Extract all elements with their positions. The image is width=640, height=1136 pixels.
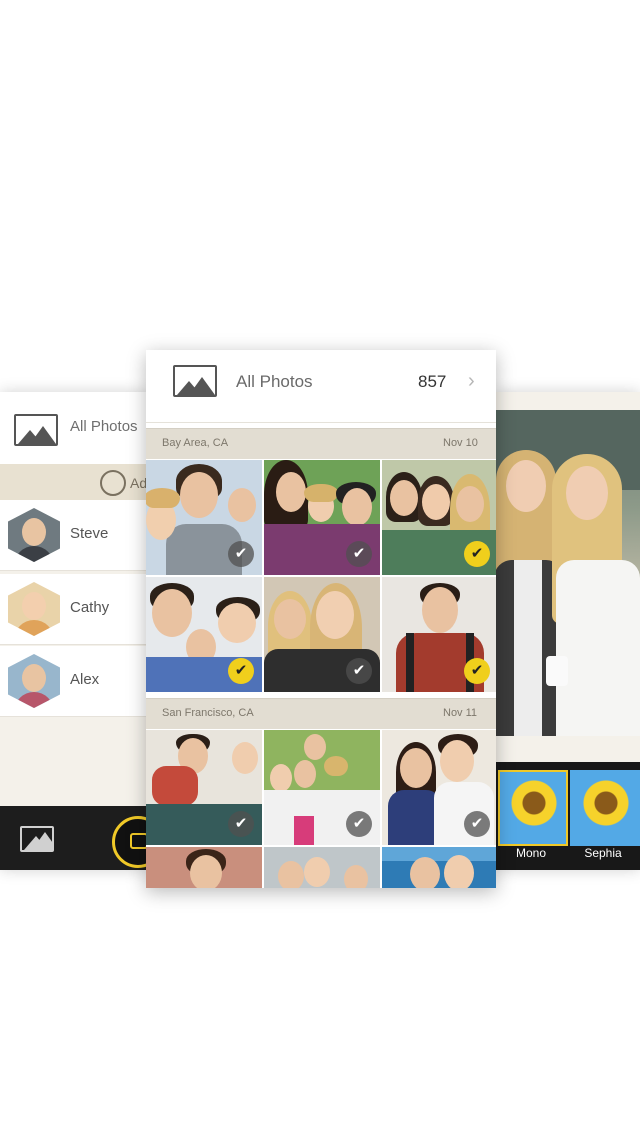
contact-name: Cathy xyxy=(70,599,110,616)
chevron-right-icon[interactable]: › xyxy=(468,370,475,393)
photo-thumbnail[interactable]: ✔ xyxy=(146,460,262,575)
photo-thumbnail[interactable] xyxy=(264,847,380,888)
select-check-icon[interactable]: ✔ xyxy=(346,811,372,837)
contact-row[interactable]: Cathy xyxy=(0,574,150,645)
photo-thumbnail[interactable]: ✔ xyxy=(264,730,380,845)
flower-thumbnail xyxy=(581,778,631,828)
photo-thumbnail[interactable]: ✔ xyxy=(146,730,262,845)
select-check-icon[interactable]: ✔ xyxy=(346,541,372,567)
add-contact-label: Ad xyxy=(130,475,148,491)
image-icon[interactable] xyxy=(20,826,54,852)
album-header[interactable]: All Photos 857 › xyxy=(146,350,496,423)
select-check-icon[interactable]: ✔ xyxy=(228,811,254,837)
select-check-icon[interactable]: ✔ xyxy=(228,658,254,684)
select-check-icon[interactable]: ✔ xyxy=(228,541,254,567)
section-header: Bay Area, CA Nov 10 xyxy=(146,428,496,459)
contacts-header-title: All Photos xyxy=(70,418,138,435)
filter-thumb-mono[interactable] xyxy=(498,770,568,846)
photo-browser: All Photos 857 › Bay Area, CA Nov 10 ✔ ✔… xyxy=(146,350,496,888)
photo-thumbnail[interactable]: ✔ xyxy=(264,460,380,575)
photo-thumbnail[interactable] xyxy=(382,847,496,888)
section-date: Nov 10 xyxy=(443,437,478,449)
photo-thumbnail[interactable]: ✔ xyxy=(382,460,496,575)
image-icon xyxy=(173,365,217,397)
filter-strip: Mono Sephia xyxy=(494,762,640,870)
image-icon xyxy=(14,414,58,446)
section-location: San Francisco, CA xyxy=(162,707,254,719)
photo-thumbnail[interactable]: ✔ xyxy=(382,577,496,692)
section-header: San Francisco, CA Nov 11 xyxy=(146,698,496,729)
filter-label: Mono xyxy=(515,846,547,860)
contact-name: Alex xyxy=(70,671,100,688)
tab-bar xyxy=(0,806,150,870)
contacts-panel: All Photos Ad Steve Cathy Alex xyxy=(0,392,150,870)
photo-thumbnail[interactable]: ✔ xyxy=(146,577,262,692)
avatar xyxy=(8,582,60,636)
filter-label: Sephia xyxy=(584,846,622,860)
contacts-header[interactable]: All Photos xyxy=(0,392,150,464)
section-date: Nov 11 xyxy=(443,707,478,719)
camera-button[interactable] xyxy=(112,816,150,868)
album-title: All Photos xyxy=(236,372,313,391)
select-check-icon[interactable]: ✔ xyxy=(464,811,490,837)
photo-thumbnail[interactable]: ✔ xyxy=(382,730,496,845)
avatar xyxy=(8,508,60,562)
photo-thumbnail[interactable] xyxy=(146,847,262,888)
contact-name: Steve xyxy=(70,525,109,542)
photo-count: 857 xyxy=(418,372,447,391)
flower-thumbnail xyxy=(509,778,559,828)
avatar xyxy=(8,654,60,708)
select-check-icon[interactable]: ✔ xyxy=(346,658,372,684)
photo-thumbnail[interactable]: ✔ xyxy=(264,577,380,692)
select-check-icon[interactable]: ✔ xyxy=(464,658,490,684)
add-person-icon xyxy=(100,470,126,496)
preview-photo xyxy=(494,410,640,736)
section-location: Bay Area, CA xyxy=(162,437,229,449)
filter-panel: Mono Sephia xyxy=(494,392,640,870)
contact-row[interactable]: Alex xyxy=(0,646,150,717)
select-check-icon[interactable]: ✔ xyxy=(464,541,490,567)
contact-row[interactable]: Steve xyxy=(0,500,150,571)
filter-thumb-sephia[interactable] xyxy=(570,770,640,846)
add-contact-bar[interactable]: Ad xyxy=(0,464,150,500)
